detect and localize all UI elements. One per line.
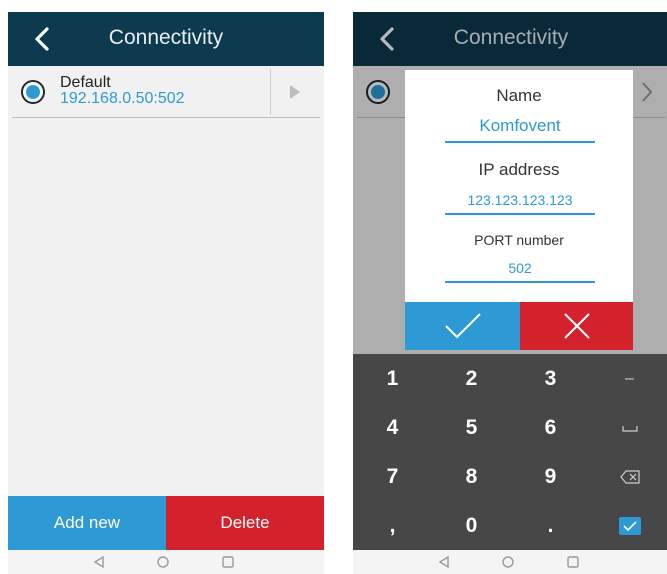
page-title: Connectivity	[108, 26, 224, 49]
space-icon	[621, 425, 638, 432]
port-field[interactable]: 502	[445, 260, 595, 283]
key-backspace[interactable]	[590, 452, 667, 501]
key-comma[interactable]: ,	[353, 501, 432, 550]
key-6[interactable]: 6	[511, 403, 590, 452]
system-nav-bar	[353, 550, 667, 574]
cancel-button[interactable]	[520, 302, 633, 350]
backspace-icon	[619, 469, 640, 484]
key-minus[interactable]: –	[590, 354, 667, 403]
connectivity-edit-screen: Connectivity Name Komfovent IP address 1…	[353, 12, 667, 574]
triangle-right-icon[interactable]	[288, 82, 302, 102]
done-box	[618, 516, 641, 535]
app-bar: Connectivity	[8, 12, 324, 66]
key-period[interactable]: .	[511, 501, 590, 550]
home-circle-icon[interactable]	[155, 555, 171, 569]
key-1[interactable]: 1	[353, 354, 432, 403]
name-field[interactable]: Komfovent	[445, 116, 595, 143]
add-new-button[interactable]: Add new	[8, 496, 166, 550]
key-0[interactable]: 0	[432, 501, 511, 550]
key-2[interactable]: 2	[432, 354, 511, 403]
name-label: Name	[496, 86, 542, 105]
checkmark-icon	[622, 520, 637, 531]
confirm-button[interactable]	[405, 302, 520, 350]
port-label: PORT number	[474, 232, 564, 248]
checkmark-icon	[444, 313, 481, 339]
selected-radio[interactable]	[21, 80, 45, 104]
numeric-keyboard: 1 2 3 – 4 5 6 7 8 9 , 0 .	[353, 354, 667, 550]
key-7[interactable]: 7	[353, 452, 432, 501]
radio-dot	[26, 85, 40, 99]
connectivity-screen: Connectivity Default 192.168.0.50:502 Ad…	[8, 12, 324, 574]
ip-address-field[interactable]: 123.123.123.123	[445, 192, 595, 215]
key-3[interactable]: 3	[511, 354, 590, 403]
connection-list-item[interactable]: Default 192.168.0.50:502	[12, 66, 320, 118]
ip-address-label: IP address	[478, 160, 560, 179]
row-divider	[270, 69, 271, 115]
back-triangle-icon[interactable]	[436, 555, 452, 569]
system-nav-bar	[8, 550, 324, 574]
delete-button[interactable]: Delete	[166, 496, 324, 550]
key-4[interactable]: 4	[353, 403, 432, 452]
key-done[interactable]	[590, 501, 667, 550]
back-triangle-icon[interactable]	[91, 555, 107, 569]
connection-address: 192.168.0.50:502	[60, 90, 185, 107]
close-icon	[563, 313, 590, 339]
key-space[interactable]	[590, 403, 667, 452]
recents-square-icon[interactable]	[565, 555, 581, 569]
key-9[interactable]: 9	[511, 452, 590, 501]
home-circle-icon[interactable]	[500, 555, 516, 569]
recents-square-icon[interactable]	[220, 555, 236, 569]
key-8[interactable]: 8	[432, 452, 511, 501]
key-5[interactable]: 5	[432, 403, 511, 452]
